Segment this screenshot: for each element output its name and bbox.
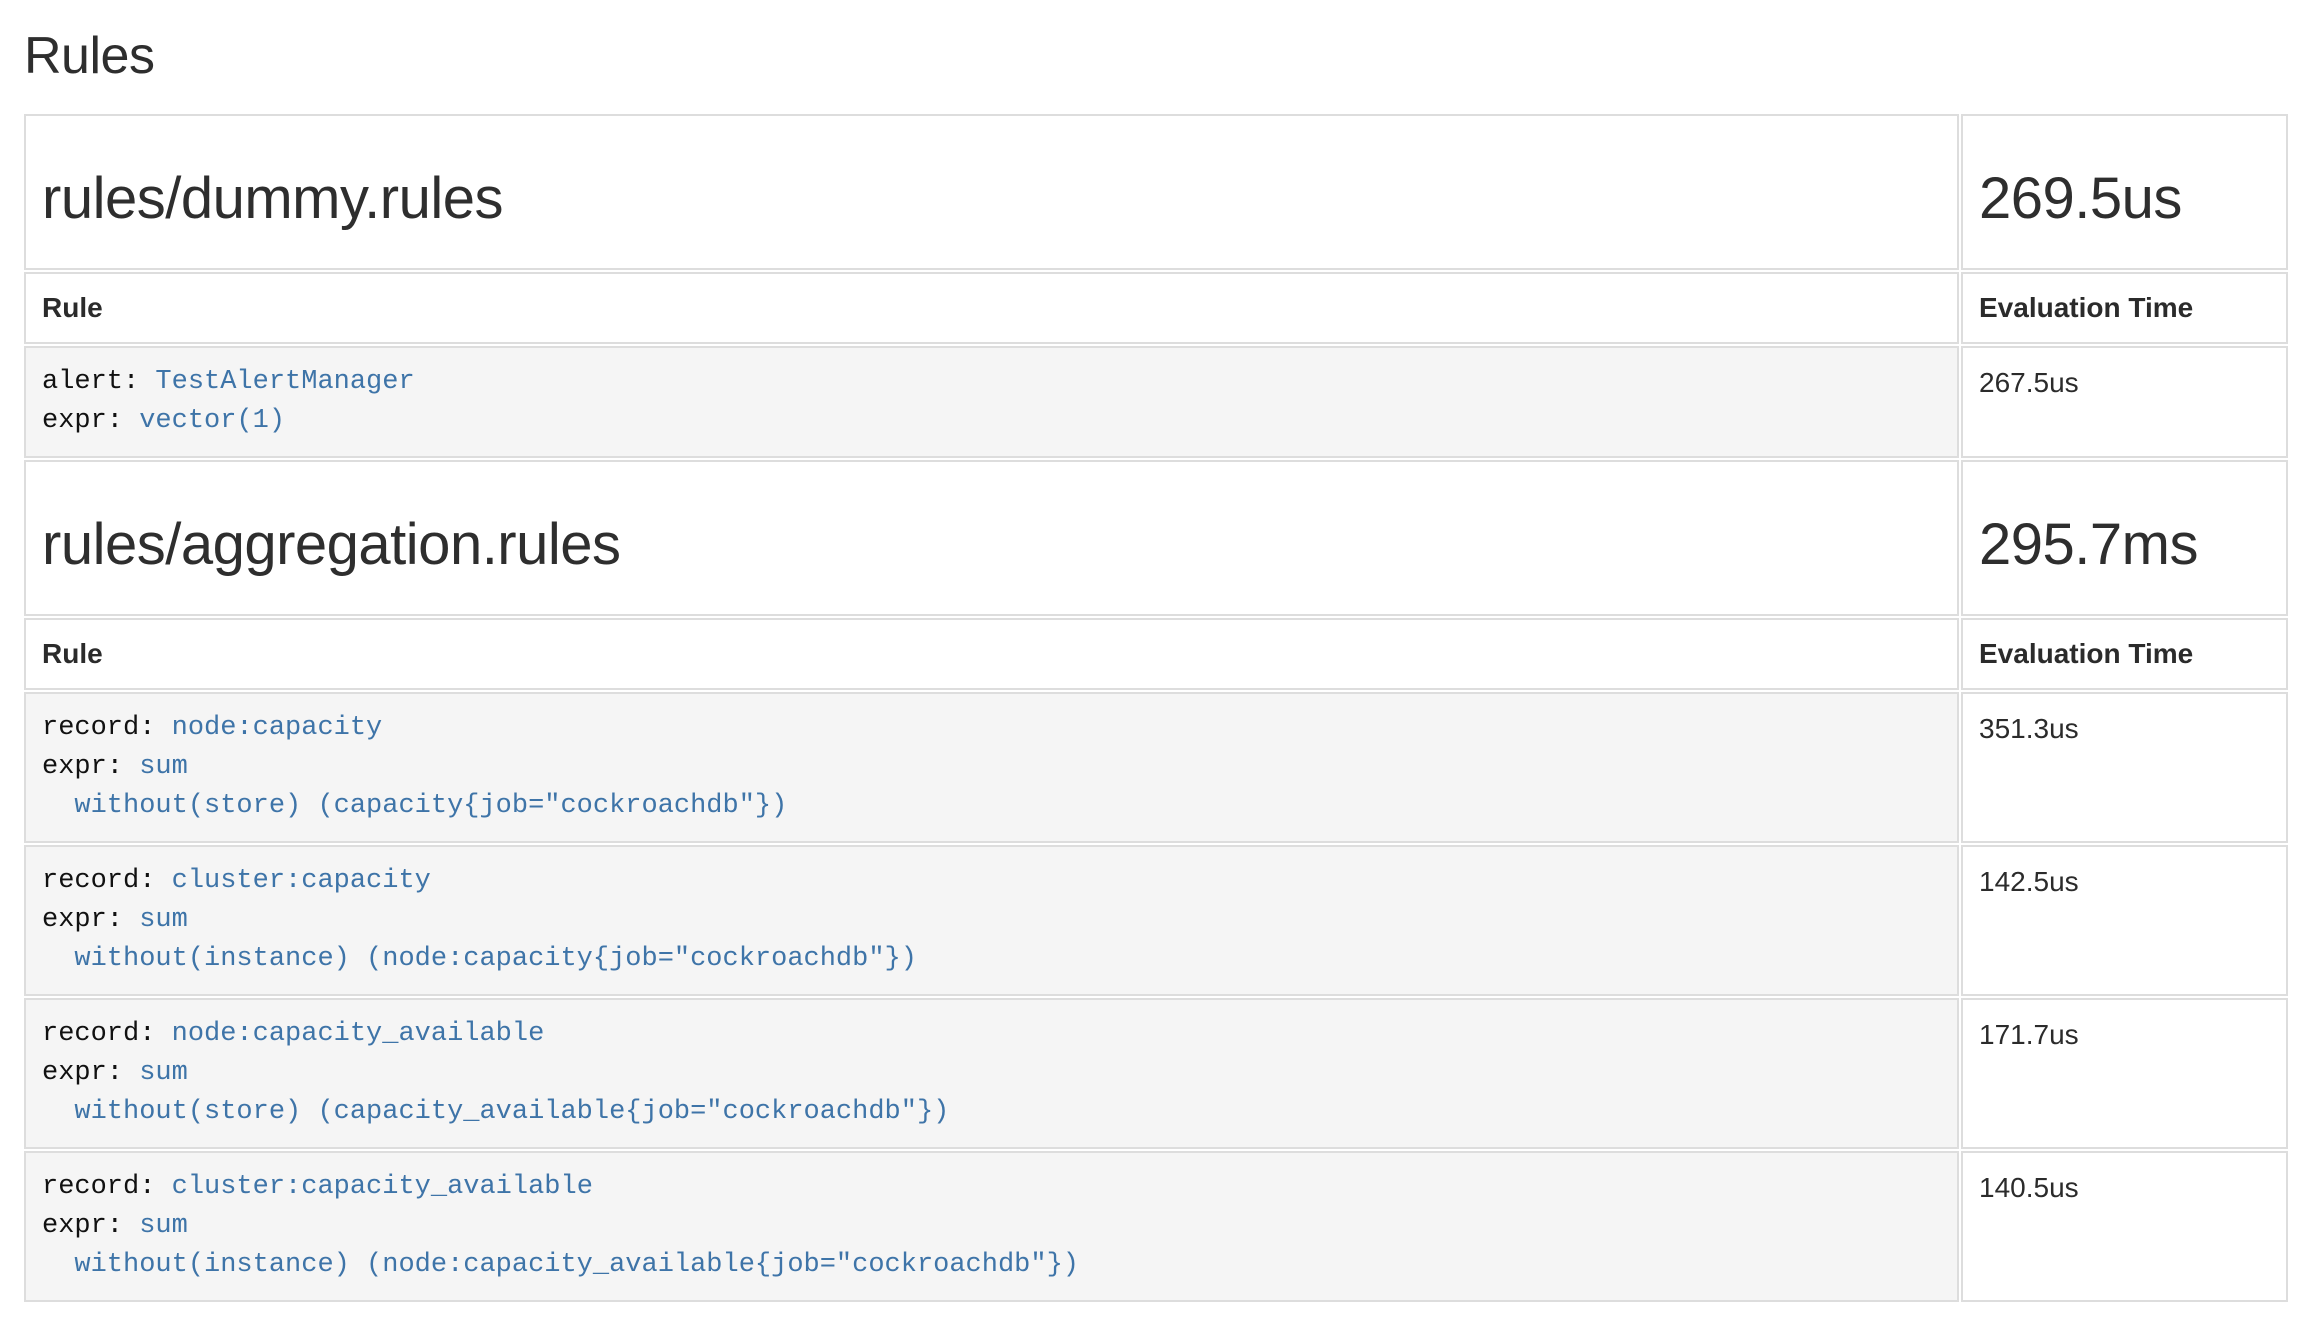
rule-name-link[interactable]: node:capacity_available xyxy=(172,1019,545,1049)
rule-expr-link[interactable]: sum without(instance) (node:capacity_ava… xyxy=(42,1211,1079,1280)
rule-eval-time: 267.5us xyxy=(1961,346,2288,458)
rule-definition-cell: record: cluster:capacity_available expr:… xyxy=(24,1151,1959,1302)
rule-eval-time: 171.7us xyxy=(1961,998,2288,1149)
rule-expr-link[interactable]: vector(1) xyxy=(139,406,285,436)
rule-row: alert: TestAlertManager expr: vector(1) … xyxy=(24,346,2288,458)
rule-row: record: node:capacity_available expr: su… xyxy=(24,998,2288,1149)
rule-row: record: cluster:capacity expr: sum witho… xyxy=(24,845,2288,996)
rule-group-eval-time-cell: 269.5us xyxy=(1961,114,2288,270)
rule-group-header-row: rules/dummy.rules 269.5us xyxy=(24,114,2288,270)
rule-definition-cell: record: node:capacity expr: sum without(… xyxy=(24,692,1959,843)
rule-definition: alert: TestAlertManager expr: vector(1) xyxy=(42,363,1941,441)
expr-label: expr: xyxy=(42,1211,123,1241)
rule-definition: record: node:capacity_available expr: su… xyxy=(42,1015,1941,1132)
rule-row: record: node:capacity expr: sum without(… xyxy=(24,692,2288,843)
rule-group-eval-time: 269.5us xyxy=(1979,168,2270,230)
rule-definition-cell: record: node:capacity_available expr: su… xyxy=(24,998,1959,1149)
rule-group-eval-time: 295.7ms xyxy=(1979,514,2270,576)
rule-group-header-row: rules/aggregation.rules 295.7ms xyxy=(24,460,2288,616)
rule-eval-time: 142.5us xyxy=(1961,845,2288,996)
rule-kind-label: record: xyxy=(42,1172,155,1202)
rule-kind-label: record: xyxy=(42,1019,155,1049)
expr-label: expr: xyxy=(42,752,123,782)
rule-definition-cell: record: cluster:capacity expr: sum witho… xyxy=(24,845,1959,996)
expr-label: expr: xyxy=(42,1058,123,1088)
rule-kind-label: record: xyxy=(42,713,155,743)
rule-column-header: Rule xyxy=(24,618,1959,690)
rule-name-link[interactable]: node:capacity xyxy=(172,713,383,743)
rules-page: Rules rules/dummy.rules 269.5us Rule Eva… xyxy=(0,26,2316,1304)
evaluation-time-column-header: Evaluation Time xyxy=(1961,618,2288,690)
rule-eval-time: 140.5us xyxy=(1961,1151,2288,1302)
rule-group-eval-time-cell: 295.7ms xyxy=(1961,460,2288,616)
column-header-row: Rule Evaluation Time xyxy=(24,618,2288,690)
rule-definition: record: node:capacity expr: sum without(… xyxy=(42,709,1941,826)
rule-group-file: rules/dummy.rules xyxy=(42,168,1941,230)
expr-label: expr: xyxy=(42,905,123,935)
rule-name-link[interactable]: cluster:capacity xyxy=(172,866,431,896)
rule-definition-cell: alert: TestAlertManager expr: vector(1) xyxy=(24,346,1959,458)
rule-expr-link[interactable]: sum without(store) (capacity_available{j… xyxy=(42,1058,949,1127)
rule-name-link[interactable]: TestAlertManager xyxy=(155,367,414,397)
rule-group-file-cell: rules/dummy.rules xyxy=(24,114,1959,270)
rule-column-header: Rule xyxy=(24,272,1959,344)
rule-eval-time: 351.3us xyxy=(1961,692,2288,843)
rule-group-file-cell: rules/aggregation.rules xyxy=(24,460,1959,616)
evaluation-time-column-header: Evaluation Time xyxy=(1961,272,2288,344)
rule-definition: record: cluster:capacity expr: sum witho… xyxy=(42,862,1941,979)
expr-label: expr: xyxy=(42,406,123,436)
column-header-row: Rule Evaluation Time xyxy=(24,272,2288,344)
rule-definition: record: cluster:capacity_available expr:… xyxy=(42,1168,1941,1285)
rule-kind-label: record: xyxy=(42,866,155,896)
rule-kind-label: alert: xyxy=(42,367,139,397)
rules-table: rules/dummy.rules 269.5us Rule Evaluatio… xyxy=(22,112,2290,1304)
rule-name-link[interactable]: cluster:capacity_available xyxy=(172,1172,593,1202)
rule-row: record: cluster:capacity_available expr:… xyxy=(24,1151,2288,1302)
page-title: Rules xyxy=(24,26,2290,86)
rule-expr-link[interactable]: sum without(instance) (node:capacity{job… xyxy=(42,905,917,974)
rule-expr-link[interactable]: sum without(store) (capacity{job="cockro… xyxy=(42,752,787,821)
rule-group-file: rules/aggregation.rules xyxy=(42,514,1941,576)
